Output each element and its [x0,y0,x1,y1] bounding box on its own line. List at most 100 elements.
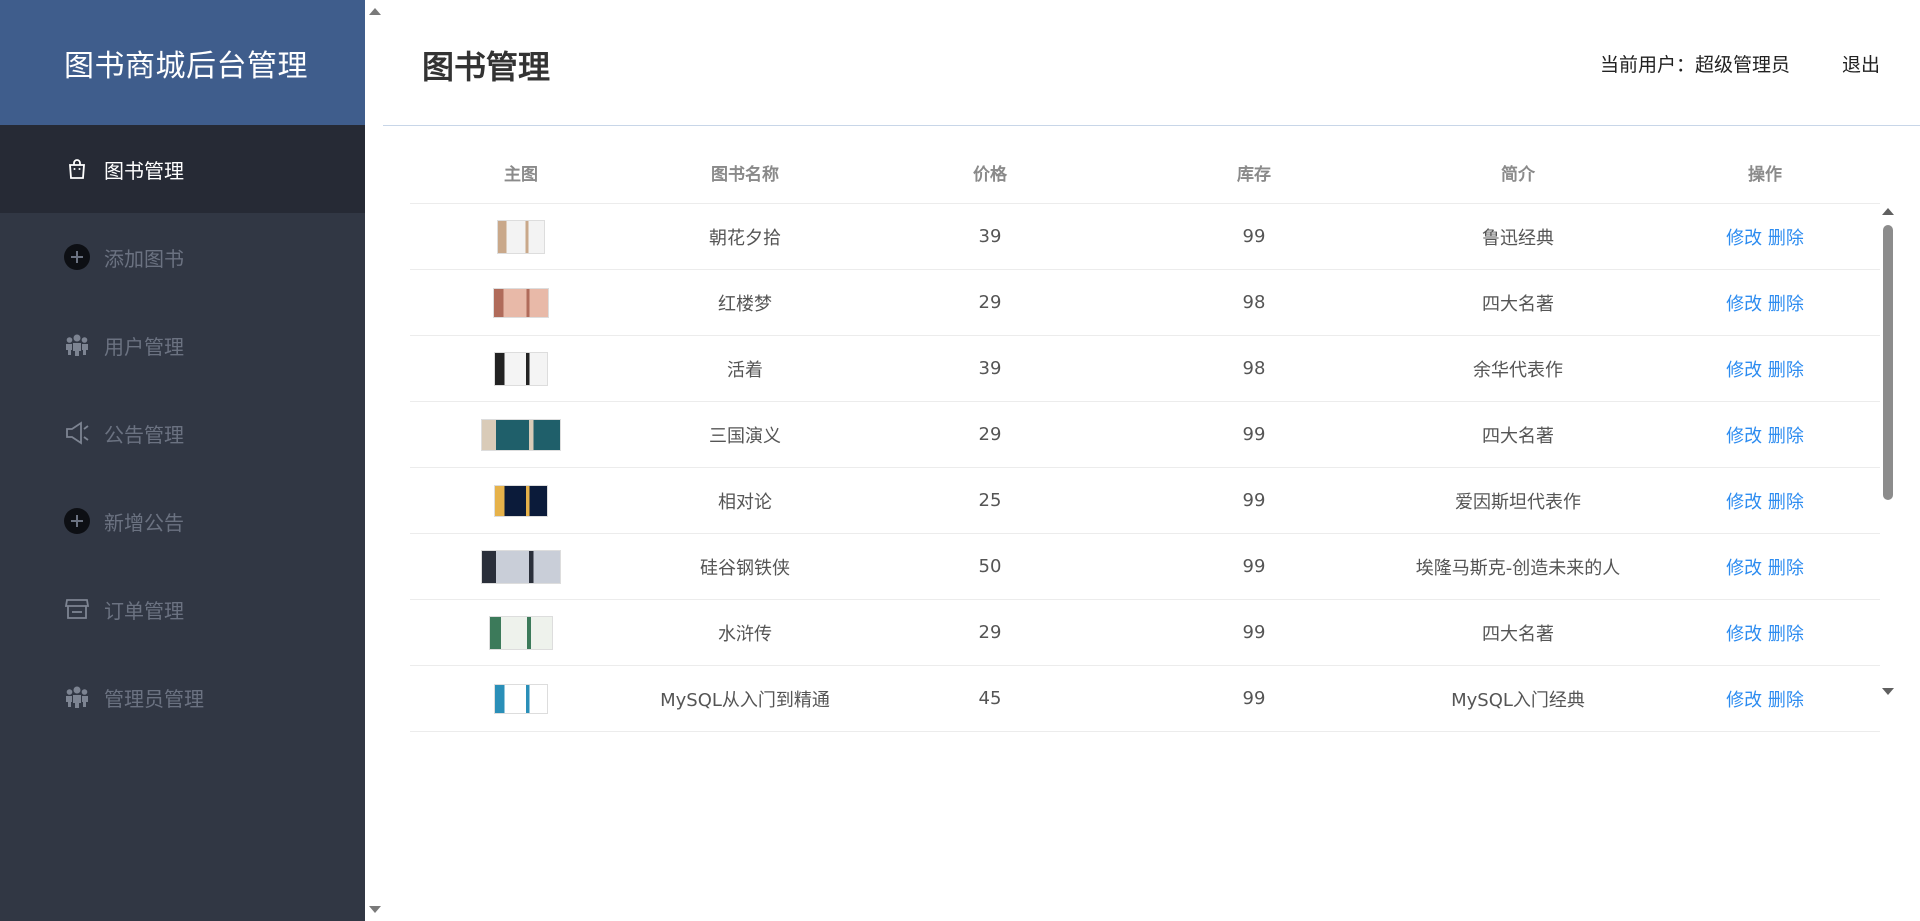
sidebar-item-label: 管理员管理 [104,686,204,711]
table-row: 三国演义 29 99 四大名著 修改 删除 [410,401,1880,468]
sidebar-item-add-book[interactable]: 添加图书 [0,213,365,301]
book-table: 主图 图书名称 价格 库存 简介 操作 朝花夕拾 39 99 鲁迅经典 修改 删除 红楼梦… [410,141,1896,732]
scrollbar-thumb[interactable] [1883,225,1893,500]
cell-intro: 余华代表作 [1386,335,1650,402]
delete-link[interactable]: 删除 [1768,228,1804,249]
cell-cover [410,203,632,270]
cell-cover [410,335,632,402]
cell-actions: 修改 删除 [1650,467,1880,534]
cell-intro: 四大名著 [1386,401,1650,468]
cell-intro: 爱因斯坦代表作 [1386,467,1650,534]
cell-price: 39 [858,203,1122,270]
table-row: 水浒传 29 99 四大名著 修改 删除 [410,599,1880,666]
sidebar-item-label: 图书管理 [104,158,184,183]
logout-button[interactable]: 退出 [1842,50,1880,77]
delete-link[interactable]: 删除 [1768,558,1804,579]
cell-name: 水浒传 [632,599,858,666]
edit-link[interactable]: 修改 [1726,558,1762,579]
book-cover-image [494,351,548,386]
scroll-down-arrow-icon[interactable] [369,906,381,913]
cell-name: 朝花夕拾 [632,203,858,270]
cell-stock: 98 [1122,269,1386,336]
delete-link[interactable]: 删除 [1768,426,1804,447]
cell-intro: 四大名著 [1386,269,1650,336]
sidebar: 图书商城后台管理 图书管理 添加图书 用户管理 公告管理 新增公告 订单管理 管… [0,0,365,921]
cell-stock: 98 [1122,335,1386,402]
sidebar-item-user-management[interactable]: 用户管理 [0,301,365,389]
scroll-up-arrow-icon[interactable] [1882,208,1894,215]
sidebar-item-add-notice[interactable]: 新增公告 [0,477,365,565]
cell-actions: 修改 删除 [1650,401,1880,468]
cell-price: 45 [858,665,1122,732]
cell-price: 50 [858,533,1122,600]
column-header-name: 图书名称 [632,141,858,204]
edit-link[interactable]: 修改 [1726,624,1762,645]
sidebar-item-label: 用户管理 [104,334,184,359]
edit-link[interactable]: 修改 [1726,294,1762,315]
table-scrollbar[interactable] [1880,205,1896,695]
cell-name: 活着 [632,335,858,402]
edit-link[interactable]: 修改 [1726,228,1762,249]
table-row: 硅谷钢铁侠 50 99 埃隆马斯克-创造未来的人 修改 删除 [410,533,1880,600]
cell-stock: 99 [1122,599,1386,666]
delete-link[interactable]: 删除 [1768,492,1804,513]
book-cover-image [493,287,549,318]
cell-actions: 修改 删除 [1650,533,1880,600]
cell-price: 29 [858,599,1122,666]
store-icon [64,596,90,622]
sidebar-item-admin-management[interactable]: 管理员管理 [0,653,365,741]
current-user-label: 当前用户：超级管理员 [1599,54,1790,76]
page-title: 图书管理 [422,48,551,86]
book-cover-image [497,219,545,254]
delete-link[interactable]: 删除 [1768,624,1804,645]
table-row: 相对论 25 99 爱因斯坦代表作 修改 删除 [410,467,1880,534]
add-circle-icon [64,244,90,270]
cell-cover [410,665,632,732]
delete-link[interactable]: 删除 [1768,690,1804,711]
cell-actions: 修改 删除 [1650,269,1880,336]
cell-name: 三国演义 [632,401,858,468]
sidebar-item-label: 新增公告 [104,510,184,535]
column-header-price: 价格 [858,141,1122,204]
book-cover-image [481,549,561,584]
column-header-intro: 简介 [1386,141,1650,204]
sidebar-item-order-management[interactable]: 订单管理 [0,565,365,653]
sidebar-item-notice-management[interactable]: 公告管理 [0,389,365,477]
delete-link[interactable]: 删除 [1768,294,1804,315]
edit-link[interactable]: 修改 [1726,360,1762,381]
main-content: 图书管理 当前用户：超级管理员 退出 主图 图书名称 价格 库存 简介 操作 朝… [383,0,1920,921]
cell-actions: 修改 删除 [1650,335,1880,402]
shopping-bag-icon [64,156,90,182]
cell-intro: 鲁迅经典 [1386,203,1650,270]
scroll-down-arrow-icon[interactable] [1882,688,1894,695]
users-icon [64,684,90,710]
cell-name: 相对论 [632,467,858,534]
edit-link[interactable]: 修改 [1726,426,1762,447]
top-bar: 图书管理 当前用户：超级管理员 退出 [383,0,1920,126]
add-circle-icon [64,508,90,534]
column-header-stock: 库存 [1122,141,1386,204]
book-cover-image [489,615,553,650]
edit-link[interactable]: 修改 [1726,690,1762,711]
cell-cover [410,467,632,534]
scroll-up-arrow-icon[interactable] [369,8,381,15]
book-cover-image [494,484,548,517]
cell-stock: 99 [1122,467,1386,534]
cell-actions: 修改 删除 [1650,599,1880,666]
cell-cover [410,269,632,336]
brand-title: 图书商城后台管理 [64,48,308,84]
cell-price: 29 [858,401,1122,468]
sidebar-item-book-management[interactable]: 图书管理 [0,125,365,213]
cell-stock: 99 [1122,533,1386,600]
delete-link[interactable]: 删除 [1768,360,1804,381]
table-row: 红楼梦 29 98 四大名著 修改 删除 [410,269,1880,336]
brand-header: 图书商城后台管理 [0,0,365,125]
cell-name: 红楼梦 [632,269,858,336]
sidebar-item-label: 公告管理 [104,422,184,447]
column-header-actions: 操作 [1650,141,1880,204]
cell-price: 39 [858,335,1122,402]
table-row: 活着 39 98 余华代表作 修改 删除 [410,335,1880,402]
page-scrollbar[interactable] [366,0,383,921]
book-cover-image [481,418,561,451]
edit-link[interactable]: 修改 [1726,492,1762,513]
